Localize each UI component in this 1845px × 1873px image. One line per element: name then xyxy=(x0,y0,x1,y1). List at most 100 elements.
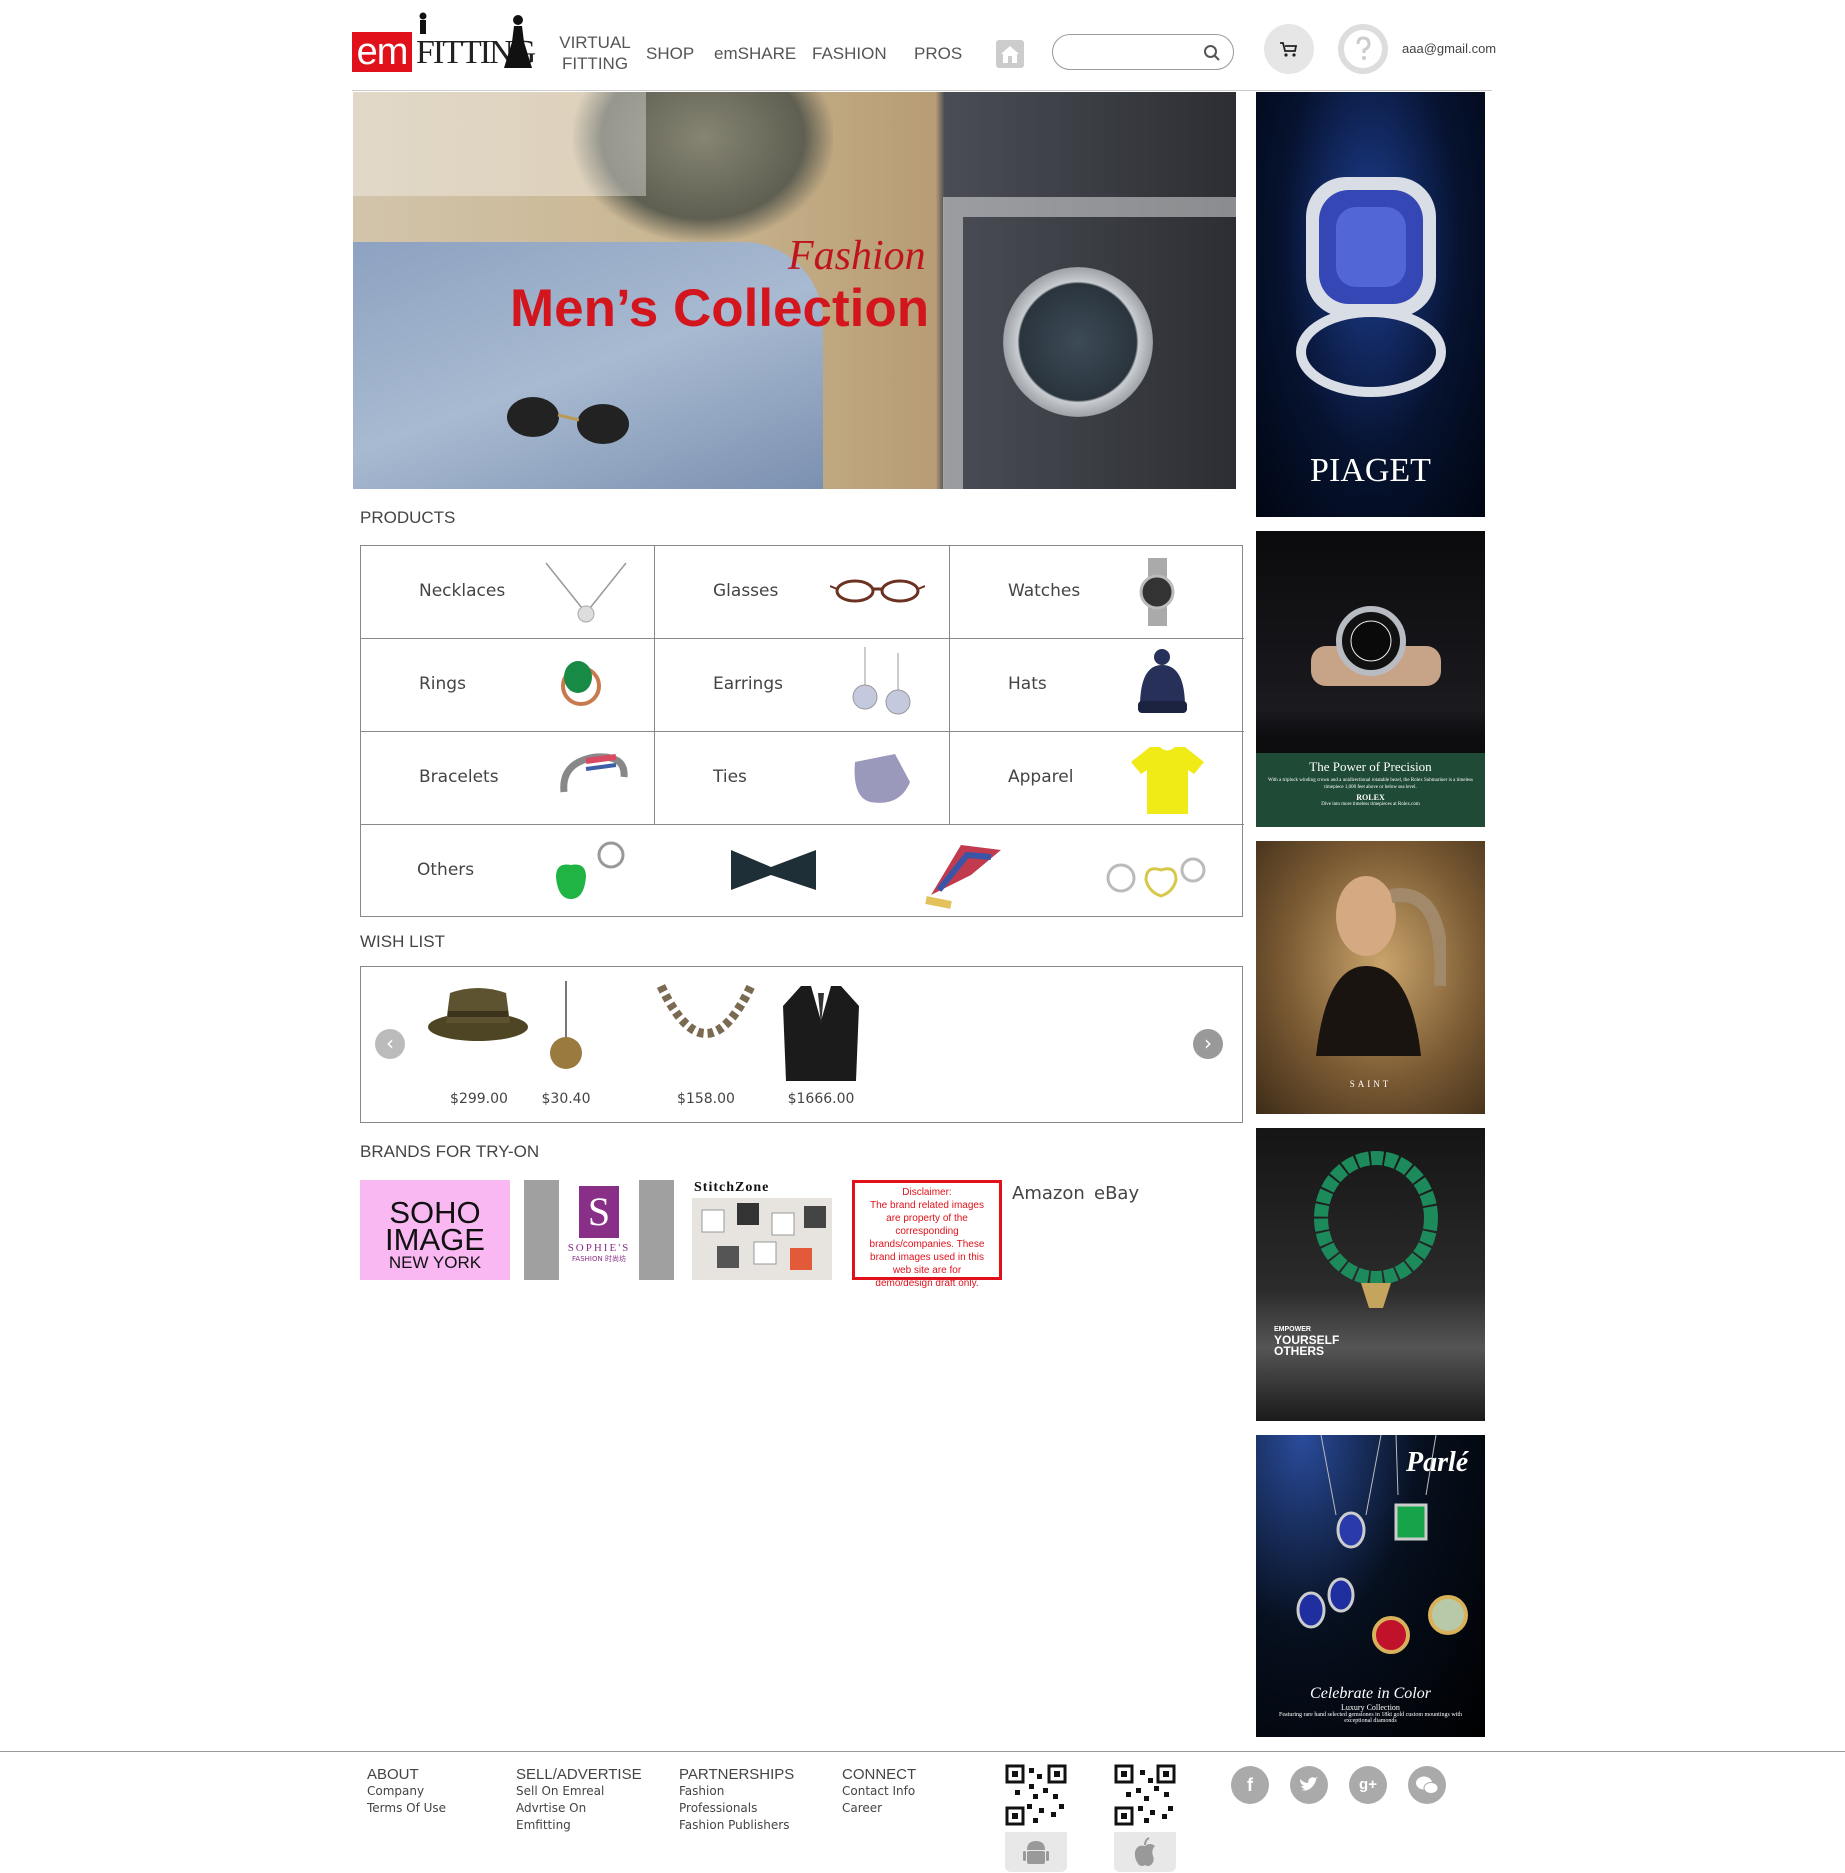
wishlist-next-button[interactable]: › xyxy=(1193,1029,1223,1059)
product-cell-apparel[interactable]: Apparel xyxy=(950,732,1244,825)
twitter-icon xyxy=(1300,1777,1318,1791)
product-label: Ties xyxy=(713,767,747,787)
brand-sophies[interactable]: S SOPHIE'S FASHION 时尚坊 xyxy=(524,1180,674,1280)
empower-line3: OTHERS xyxy=(1274,1344,1325,1358)
ad-rolex[interactable]: The Power of Precision With a triplock w… xyxy=(1256,531,1485,827)
search-icon[interactable] xyxy=(1203,44,1221,62)
cart-button[interactable] xyxy=(1264,24,1314,74)
brand-stitchzone[interactable]: StitchZone xyxy=(690,1180,835,1280)
hero-sunglasses-image xyxy=(507,397,629,444)
search-box[interactable] xyxy=(1052,34,1234,70)
parle-body: Featuring rare hand selected gemstones i… xyxy=(1279,1712,1462,1724)
footer-link-professionals[interactable]: Professionals xyxy=(679,1800,794,1817)
parle-sub: Luxury Collection xyxy=(1341,1703,1400,1712)
user-email[interactable]: aaa@gmail.com xyxy=(1402,41,1496,56)
wechat-icon xyxy=(1416,1776,1439,1794)
bracelet-image xyxy=(560,753,628,793)
product-cell-watches[interactable]: Watches xyxy=(950,546,1244,639)
brand-ebay-link[interactable]: eBay xyxy=(1094,1183,1139,1204)
hero-banner[interactable]: Fashion Men’s Collection xyxy=(353,92,1236,489)
keychain-apple-image xyxy=(556,841,625,899)
wishlist-price: $299.00 xyxy=(450,1091,508,1107)
product-cell-rings[interactable]: Rings xyxy=(361,639,655,732)
footer-link-sell[interactable]: Sell On Emreal xyxy=(516,1783,642,1800)
footer-link-emfitting[interactable]: Emfitting xyxy=(516,1817,642,1834)
nav-virtual-fitting[interactable]: VIRTUAL FITTING xyxy=(555,32,635,74)
product-cell-necklaces[interactable]: Necklaces xyxy=(361,546,655,639)
product-label: Rings xyxy=(419,674,466,694)
product-cell-hats[interactable]: Hats xyxy=(950,639,1244,732)
footer-link-fashion[interactable]: Fashion xyxy=(679,1783,794,1800)
products-grid: Necklaces Glasses Watches Rings Earrings… xyxy=(360,545,1244,917)
ad-saint[interactable]: SAINT xyxy=(1256,841,1485,1114)
header-divider xyxy=(352,90,1492,91)
logo-em: em xyxy=(352,32,412,72)
footer-link-career[interactable]: Career xyxy=(842,1800,916,1817)
nav-fashion[interactable]: FASHION xyxy=(812,43,887,64)
nav-virtual-fitting-line2: FITTING xyxy=(561,54,629,73)
wechat-button[interactable] xyxy=(1408,1766,1446,1804)
user-avatar[interactable] xyxy=(1338,24,1388,74)
google-plus-button[interactable]: g+ xyxy=(1349,1766,1387,1804)
twitter-button[interactable] xyxy=(1290,1766,1328,1804)
footer-link-company[interactable]: Company xyxy=(367,1783,446,1800)
ad-piaget[interactable]: PIAGET xyxy=(1256,92,1485,517)
empower-text: EMPOWER YOURSELF OTHERS xyxy=(1274,1324,1339,1357)
sophies-s-icon: S xyxy=(579,1186,619,1238)
wishlist-prev-button[interactable]: ‹ xyxy=(375,1029,405,1059)
empower-bracelet-image xyxy=(1314,1151,1438,1308)
product-label: Watches xyxy=(1008,581,1081,601)
footer-about: ABOUT Company Terms Of Use xyxy=(367,1766,446,1817)
product-cell-bracelets[interactable]: Bracelets xyxy=(361,732,655,825)
piaget-ring-image xyxy=(1296,177,1446,397)
product-label: Hats xyxy=(1008,674,1047,694)
facebook-button[interactable]: f xyxy=(1231,1766,1269,1804)
nav-shop[interactable]: SHOP xyxy=(646,43,694,64)
google-plus-icon: g+ xyxy=(1359,1776,1377,1793)
ios-app-button[interactable] xyxy=(1114,1832,1176,1872)
ad-empower[interactable]: EMPOWER YOURSELF OTHERS xyxy=(1256,1128,1485,1421)
footer-link-publishers[interactable]: Fashion Publishers xyxy=(679,1817,794,1834)
parle-jewelry-image xyxy=(1296,1435,1468,1654)
cart-icon xyxy=(1280,42,1298,57)
product-cell-others[interactable]: Others xyxy=(361,825,1244,917)
hero-title: Men’s Collection xyxy=(510,279,930,338)
product-cell-earrings[interactable]: Earrings xyxy=(655,639,950,732)
brand-disclaimer: Disclaimer: The brand related images are… xyxy=(852,1180,1002,1289)
site-logo[interactable]: em FITTING xyxy=(352,10,536,76)
product-label: Necklaces xyxy=(419,581,506,601)
parle-caption: Celebrate in Color Luxury Collection Fea… xyxy=(1256,1685,1485,1724)
product-label: Apparel xyxy=(1008,767,1074,787)
soho-line3: NEW YORK xyxy=(388,1253,482,1272)
hat-image xyxy=(1138,649,1187,713)
ios-qr-code xyxy=(1114,1764,1176,1826)
footer-connect-head: CONNECT xyxy=(842,1766,917,1783)
wishlist-price: $1666.00 xyxy=(787,1091,855,1107)
ring-image xyxy=(561,661,601,706)
glasses-image xyxy=(830,579,925,603)
brand-amazon-link[interactable]: Amazon xyxy=(1012,1183,1085,1204)
parle-title: Celebrate in Color xyxy=(1310,1685,1431,1702)
wishlist-carousel: ‹ › $299.00 $30.40 $158.00 $1666.00 xyxy=(360,966,1243,1123)
nav-pros[interactable]: PROS xyxy=(914,43,962,64)
android-app-button[interactable] xyxy=(1005,1832,1067,1872)
home-button[interactable] xyxy=(996,40,1024,68)
tshirt-image xyxy=(1131,747,1204,814)
disclaimer-title: Disclaimer: xyxy=(902,1187,952,1198)
product-cell-glasses[interactable]: Glasses xyxy=(655,546,950,639)
footer-link-contact[interactable]: Contact Info xyxy=(842,1783,916,1800)
product-cell-ties[interactable]: Ties xyxy=(655,732,950,825)
brands-title: BRANDS FOR TRY-ON xyxy=(360,1142,540,1161)
nav-emshare[interactable]: emSHARE xyxy=(714,43,796,64)
footer-link-advertise[interactable]: Advrtise On xyxy=(516,1800,642,1817)
wishlist-price: $158.00 xyxy=(677,1091,735,1107)
product-label: Glasses xyxy=(713,581,779,601)
saint-model-image xyxy=(1316,876,1446,1056)
scarf-image xyxy=(925,845,1001,909)
brand-soho-image[interactable]: SOHO IMAGE NEW YORK xyxy=(360,1180,510,1280)
footer-link-terms[interactable]: Terms Of Use xyxy=(367,1800,446,1817)
search-input[interactable] xyxy=(1067,42,1197,64)
ad-parle[interactable]: Parlé Celebrate in Color Luxury Collecti… xyxy=(1256,1435,1485,1737)
footer-about-head: ABOUT xyxy=(367,1766,419,1783)
footer-partnerships-head: PARTNERSHIPS xyxy=(679,1766,795,1783)
